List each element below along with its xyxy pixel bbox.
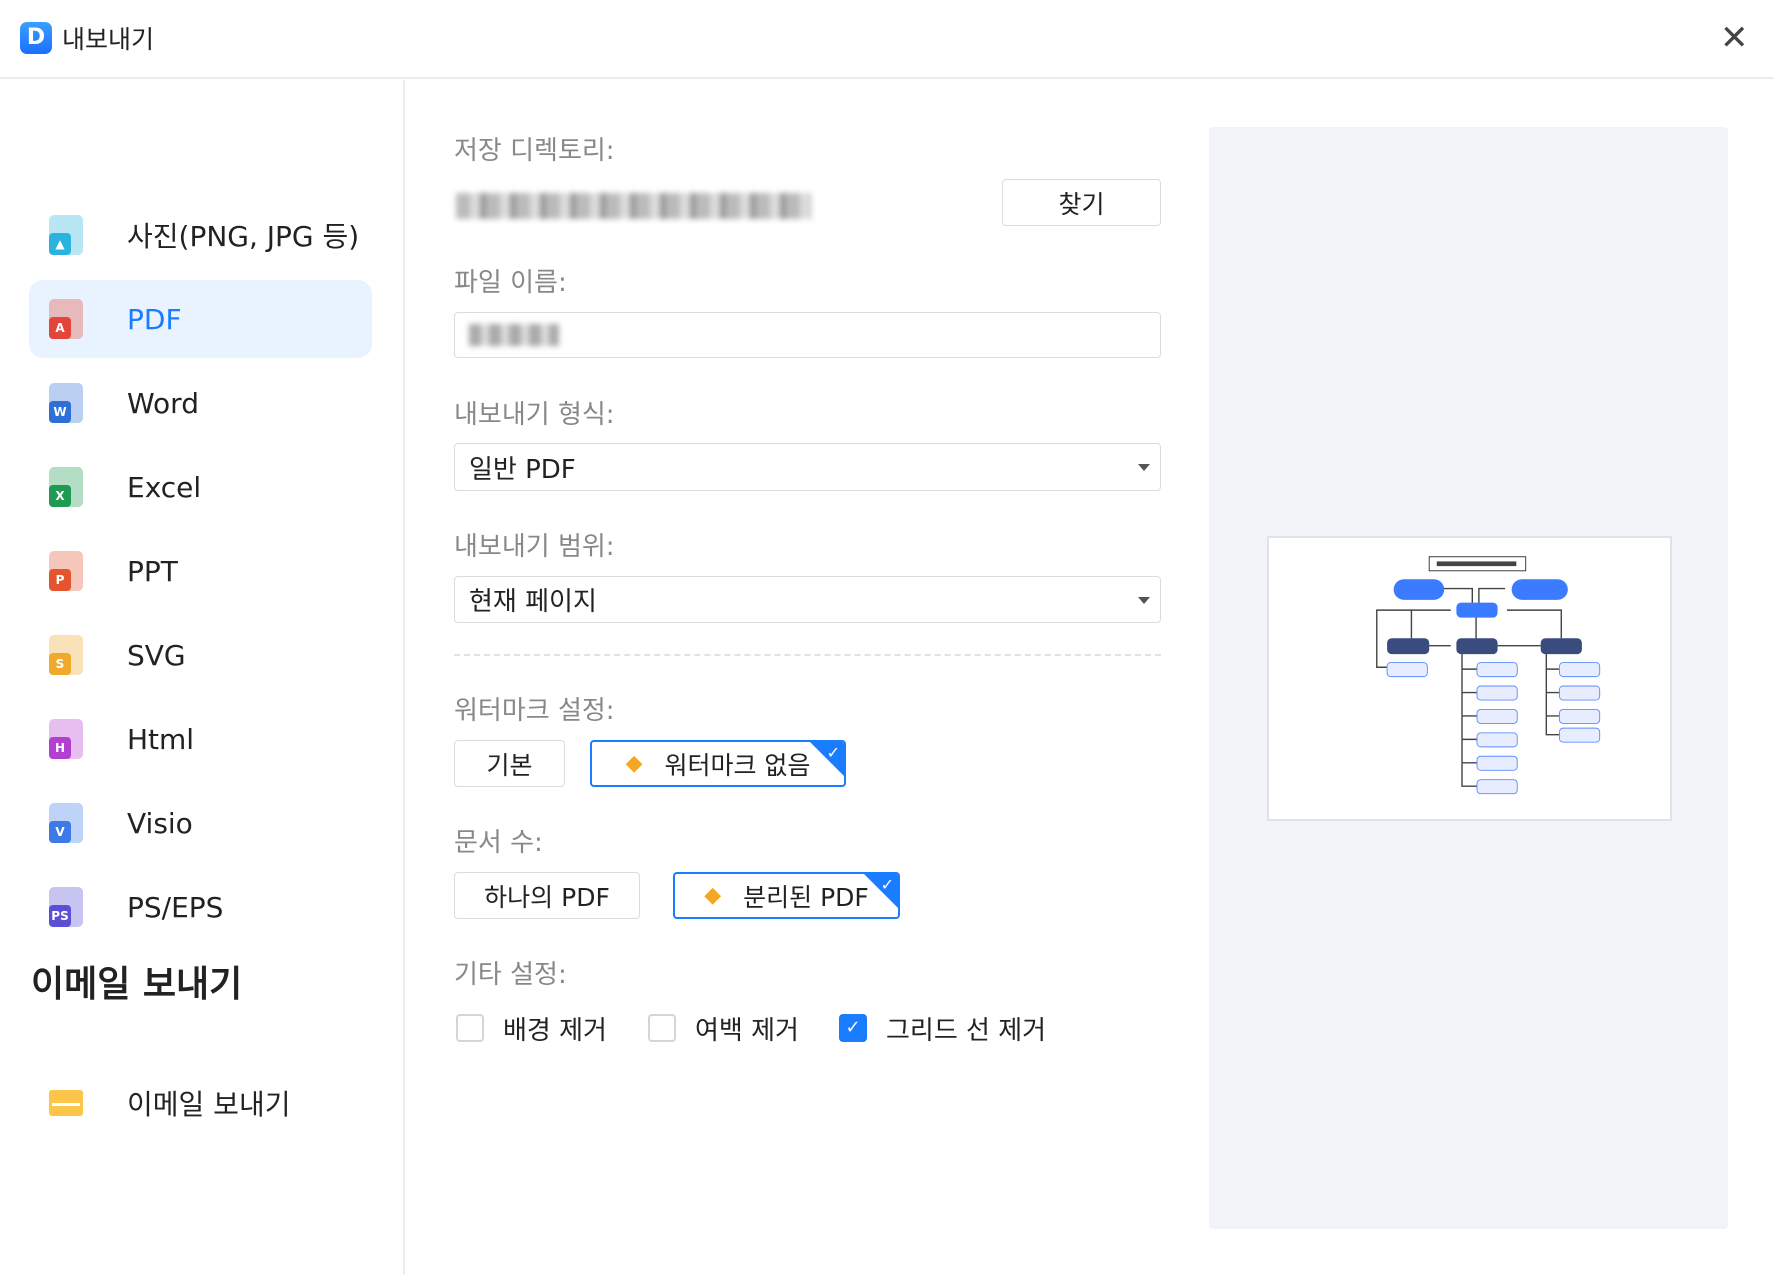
doc-count-label: 문서 수: — [454, 828, 543, 858]
checkbox-label: 여백 제거 — [695, 1016, 799, 1046]
sidebar-item-word[interactable]: W Word — [29, 364, 372, 442]
watermark-default-button[interactable]: 기본 — [454, 740, 565, 787]
watermark-label: 워터마크 설정: — [454, 696, 615, 726]
preview-thumbnail — [1267, 536, 1672, 821]
other-settings-label: 기타 설정: — [454, 960, 567, 990]
excel-file-icon: X — [49, 467, 83, 507]
image-file-icon: ▲ — [49, 215, 83, 255]
button-label: 워터마크 없음 — [664, 750, 811, 780]
app-logo-icon: D — [20, 22, 52, 54]
sidebar-item-html[interactable]: H Html — [29, 700, 372, 778]
premium-gem-icon: ◆ — [704, 883, 722, 908]
sidebar-item-label: PS/EPS — [127, 890, 224, 924]
filename-input[interactable] — [454, 312, 1161, 358]
range-value: 현재 페이지 — [469, 587, 597, 617]
pseps-file-icon: PS — [49, 887, 83, 927]
remove-background-checkbox[interactable] — [456, 1014, 484, 1042]
sidebar-item-label: Visio — [127, 806, 193, 840]
pdf-file-icon: A — [49, 299, 83, 339]
sidebar-item-label: PDF — [127, 302, 182, 336]
chevron-down-icon — [1138, 464, 1150, 477]
sidebar-item-label: 사진(PNG, JPG 등) — [127, 220, 360, 253]
sidebar-item-pseps[interactable]: PS PS/EPS — [29, 868, 372, 946]
no-watermark-button[interactable]: ◆ 워터마크 없음 ✓ — [590, 740, 846, 787]
premium-gem-icon: ◆ — [625, 751, 643, 776]
divider — [454, 654, 1161, 656]
mail-icon — [49, 1090, 83, 1116]
format-select[interactable]: 일반 PDF — [454, 443, 1161, 491]
close-icon[interactable]: ✕ — [1720, 18, 1749, 58]
range-select[interactable]: 현재 페이지 — [454, 576, 1161, 623]
title-bar: D 내보내기 ✕ — [0, 0, 1774, 79]
remove-grid-checkbox[interactable]: ✓ — [839, 1014, 867, 1042]
ppt-file-icon: P — [49, 551, 83, 591]
sidebar-item-excel[interactable]: X Excel — [29, 448, 372, 526]
window-title: 내보내기 — [62, 25, 155, 54]
sidebar-item-label: Excel — [127, 470, 202, 504]
filename-label: 파일 이름: — [454, 268, 567, 298]
format-label: 내보내기 형식: — [454, 400, 615, 430]
single-pdf-button[interactable]: 하나의 PDF — [454, 872, 640, 919]
sidebar-item-label: PPT — [127, 554, 178, 588]
sidebar-item-ppt[interactable]: P PPT — [29, 532, 372, 610]
sidebar-item-image[interactable]: ▲ 사진(PNG, JPG 등) — [29, 196, 372, 274]
sidebar: 이메일 보내기 이메일 보내기 ▲ 사진(PNG, JPG 등) A PDF W Word… — [0, 80, 405, 1274]
sidebar-item-label: SVG — [127, 638, 186, 672]
chevron-down-icon — [1138, 596, 1150, 610]
sidebar-item-label: Html — [127, 722, 195, 756]
sidebar-item-svg[interactable]: S SVG — [29, 616, 372, 694]
format-value: 일반 PDF — [469, 454, 576, 485]
sidebar-item-email[interactable]: 이메일 보내기 — [29, 1064, 372, 1142]
html-file-icon: H — [49, 719, 83, 759]
svg-file-icon: S — [49, 635, 83, 675]
button-label: 분리된 PDF — [743, 882, 869, 912]
separate-pdf-button[interactable]: ◆ 분리된 PDF ✓ — [673, 872, 900, 919]
checkbox-label: 배경 제거 — [503, 1016, 607, 1046]
directory-label: 저장 디렉토리: — [454, 136, 615, 166]
directory-path — [456, 193, 811, 219]
sidebar-item-visio[interactable]: V Visio — [29, 784, 372, 862]
checkbox-label: 그리드 선 제거 — [886, 1016, 1047, 1046]
sidebar-item-pdf[interactable]: A PDF — [29, 280, 372, 358]
selected-check-icon: ✓ — [864, 874, 898, 908]
browse-button[interactable]: 찾기 — [1002, 179, 1161, 226]
visio-file-icon: V — [49, 803, 83, 843]
sidebar-item-label: 이메일 보내기 — [127, 1088, 291, 1121]
word-file-icon: W — [49, 383, 83, 423]
sidebar-item-label: Word — [127, 386, 199, 420]
remove-margin-checkbox[interactable] — [648, 1014, 676, 1042]
email-heading: 이메일 보내기 — [31, 964, 243, 1005]
diagram-preview-image — [1376, 556, 1601, 795]
selected-check-icon: ✓ — [810, 742, 844, 776]
range-label: 내보내기 범위: — [454, 532, 615, 562]
